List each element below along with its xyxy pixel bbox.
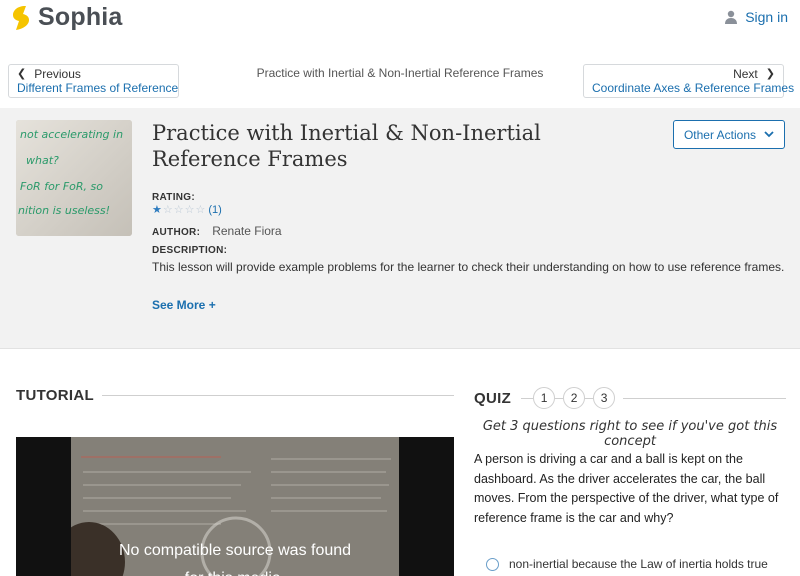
quiz-question-text: A person is driving a car and a ball is …	[474, 452, 779, 525]
chevron-right-icon: ❯	[765, 68, 775, 80]
tutorial-heading: TUTORIAL	[16, 387, 454, 404]
star-icon-empty: ☆	[184, 204, 195, 216]
rating-count[interactable]: (1)	[208, 204, 221, 216]
video-player[interactable]: No compatible source was found for this …	[16, 437, 454, 576]
description-text: This lesson will provide example problem…	[152, 260, 785, 274]
quiz-answer-option[interactable]: non-inertial because the Law of inertia …	[474, 552, 786, 576]
sign-in-link[interactable]: Sign in	[724, 9, 788, 25]
star-icon-filled: ★	[152, 204, 162, 216]
answer-label: non-inertial because the Law of inertia …	[509, 557, 768, 571]
author-row: AUTHOR: Renate Fiora	[152, 224, 282, 238]
thumb-line-3: FoR for FoR, so	[20, 180, 103, 193]
sophia-logo[interactable]: Sophia	[10, 3, 123, 32]
thumb-line-2: what?	[26, 154, 59, 167]
video-error-line-2: for this media.	[16, 565, 454, 576]
whiteboard-image: not accelerating in what? FoR for FoR, s…	[16, 120, 132, 236]
next-lesson-button[interactable]: Next ❯ Coordinate Axes & Reference Frame…	[583, 64, 794, 98]
lesson-summary: not accelerating in what? FoR for FoR, s…	[0, 108, 800, 349]
radio-button[interactable]	[486, 557, 499, 571]
chevron-down-icon	[764, 131, 774, 138]
divider	[521, 397, 534, 399]
quiz-question-1-button[interactable]: 1	[533, 387, 556, 409]
next-lesson-title[interactable]: Coordinate Axes & Reference Frames	[592, 81, 794, 95]
current-lesson-breadcrumb: Practice with Inertial & Non-Inertial Re…	[256, 66, 544, 80]
divider	[101, 395, 454, 396]
divider	[555, 397, 564, 399]
quiz-tagline: Get 3 questions right to see if you've g…	[482, 419, 778, 449]
quiz-title: QUIZ	[474, 389, 512, 407]
description-label: DESCRIPTION:	[152, 245, 228, 256]
sophia-logo-icon	[13, 5, 29, 30]
user-icon	[725, 10, 738, 24]
quiz-question-2-button[interactable]: 2	[563, 387, 586, 409]
chevron-left-icon: ❮	[17, 68, 27, 80]
tutorial-title: TUTORIAL	[16, 387, 94, 404]
quiz-question-3-button[interactable]: 3	[593, 387, 616, 409]
thumb-line-4: nition is useless!	[18, 204, 110, 217]
author-label: AUTHOR:	[152, 227, 201, 238]
previous-lesson-title[interactable]: Different Frames of Reference	[17, 81, 178, 95]
previous-label: Previous	[34, 67, 81, 81]
lesson-thumbnail[interactable]: not accelerating in what? FoR for FoR, s…	[16, 120, 132, 236]
divider	[585, 397, 594, 399]
rating-label: RATING:	[152, 192, 196, 203]
other-actions-label: Other Actions	[683, 127, 757, 142]
quiz-heading: QUIZ 1 2 3	[474, 387, 786, 409]
top-header: Sophia Sign in	[0, 0, 800, 52]
other-actions-dropdown[interactable]: Other Actions	[673, 120, 785, 149]
divider	[623, 397, 786, 399]
video-error-line-1: No compatible source was found	[118, 542, 352, 559]
brand-name: Sophia	[38, 3, 123, 31]
next-label: Next	[733, 67, 758, 81]
author-name: Renate Fiora	[212, 224, 282, 238]
rating-stars[interactable]: ★ ☆ ☆ ☆ ☆ (1)	[152, 204, 222, 216]
previous-lesson-button[interactable]: ❮ Previous Different Frames of Reference	[8, 64, 179, 98]
star-icon-empty: ☆	[195, 204, 206, 216]
lesson-navigation: ❮ Previous Different Frames of Reference…	[0, 52, 800, 108]
see-more-link[interactable]: See More +	[152, 298, 216, 312]
sign-in-label: Sign in	[745, 9, 788, 25]
star-icon-empty: ☆	[173, 204, 184, 216]
thumb-line-1: not accelerating in	[20, 128, 123, 141]
video-error-message: No compatible source was found for this …	[16, 537, 454, 576]
lesson-title: Practice with Inertial & Non-Inertial Re…	[152, 121, 541, 171]
star-icon-empty: ☆	[162, 204, 173, 216]
